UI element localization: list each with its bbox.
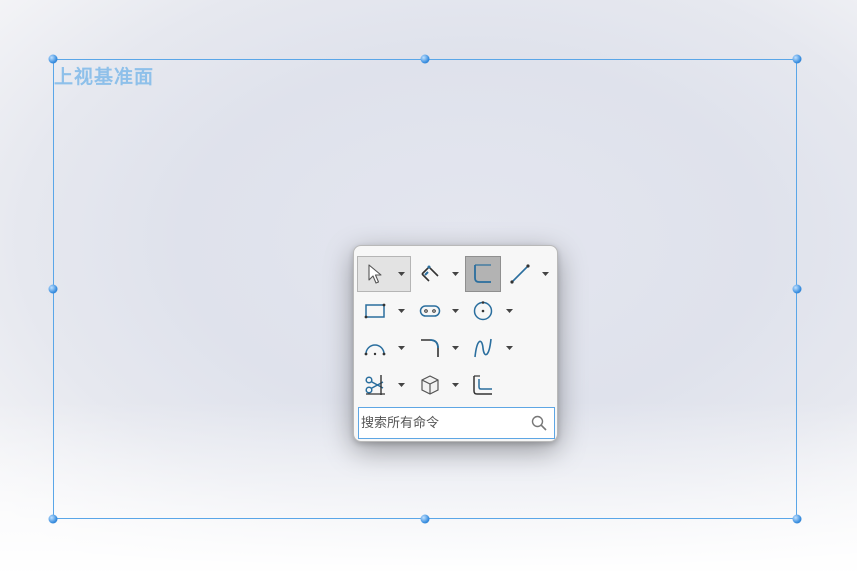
plane-handle-bottom-mid[interactable]: [420, 514, 430, 524]
arc-icon: [363, 336, 387, 360]
command-search-box: [358, 407, 555, 439]
circle-icon: [471, 299, 495, 323]
select-dropdown-chevron-icon[interactable]: [396, 269, 406, 279]
plane-handle-bottom-left[interactable]: [48, 514, 58, 524]
trim-entities-icon: [363, 373, 387, 397]
3d-sketch-button[interactable]: [412, 367, 448, 403]
shortcut-toolbar-popup: [353, 245, 558, 442]
circle-dropdown-chevron-icon[interactable]: [504, 306, 514, 316]
line-button[interactable]: [502, 256, 538, 292]
cube-icon: [418, 373, 442, 397]
rectangle-button[interactable]: [357, 293, 393, 329]
sketch-fillet-icon: [418, 336, 442, 360]
offset-entities-icon: [471, 373, 495, 397]
trim-dropdown-chevron-icon[interactable]: [396, 380, 406, 390]
select-arrow-icon: [366, 263, 384, 285]
slot-dropdown-chevron-icon[interactable]: [450, 306, 460, 316]
plane-handle-bottom-right[interactable]: [792, 514, 802, 524]
line-dropdown-chevron-icon[interactable]: [540, 269, 550, 279]
circle-button[interactable]: [465, 293, 501, 329]
smart-dimension-button[interactable]: [412, 256, 448, 292]
plane-handle-mid-right[interactable]: [792, 284, 802, 294]
3d-sketch-dropdown-chevron-icon[interactable]: [450, 380, 460, 390]
spline-dropdown-chevron-icon[interactable]: [504, 343, 514, 353]
plane-handle-top-right[interactable]: [792, 54, 802, 64]
rectangle-dropdown-chevron-icon[interactable]: [396, 306, 406, 316]
plane-handle-top-left[interactable]: [48, 54, 58, 64]
plane-handle-top-mid[interactable]: [420, 54, 430, 64]
slot-icon: [418, 299, 442, 323]
arc-button[interactable]: [357, 330, 393, 366]
offset-entities-button[interactable]: [465, 367, 501, 403]
spline-icon: [471, 336, 495, 360]
search-icon[interactable]: [528, 412, 550, 434]
plane-handle-mid-left[interactable]: [48, 284, 58, 294]
spline-button[interactable]: [465, 330, 501, 366]
arc-dropdown-chevron-icon[interactable]: [396, 343, 406, 353]
line-icon: [508, 262, 532, 286]
smart-dimension-icon: [418, 262, 442, 286]
plane-label: 上视基准面: [54, 66, 155, 88]
fillet-dropdown-chevron-icon[interactable]: [450, 343, 460, 353]
sketch-icon: [471, 262, 495, 286]
trim-entities-button[interactable]: [357, 367, 393, 403]
slot-button[interactable]: [412, 293, 448, 329]
smart-dimension-dropdown-chevron-icon[interactable]: [450, 269, 460, 279]
rectangle-icon: [363, 299, 387, 323]
sketch-button[interactable]: [465, 256, 501, 292]
command-search-input[interactable]: [359, 409, 528, 437]
sketch-fillet-button[interactable]: [412, 330, 448, 366]
